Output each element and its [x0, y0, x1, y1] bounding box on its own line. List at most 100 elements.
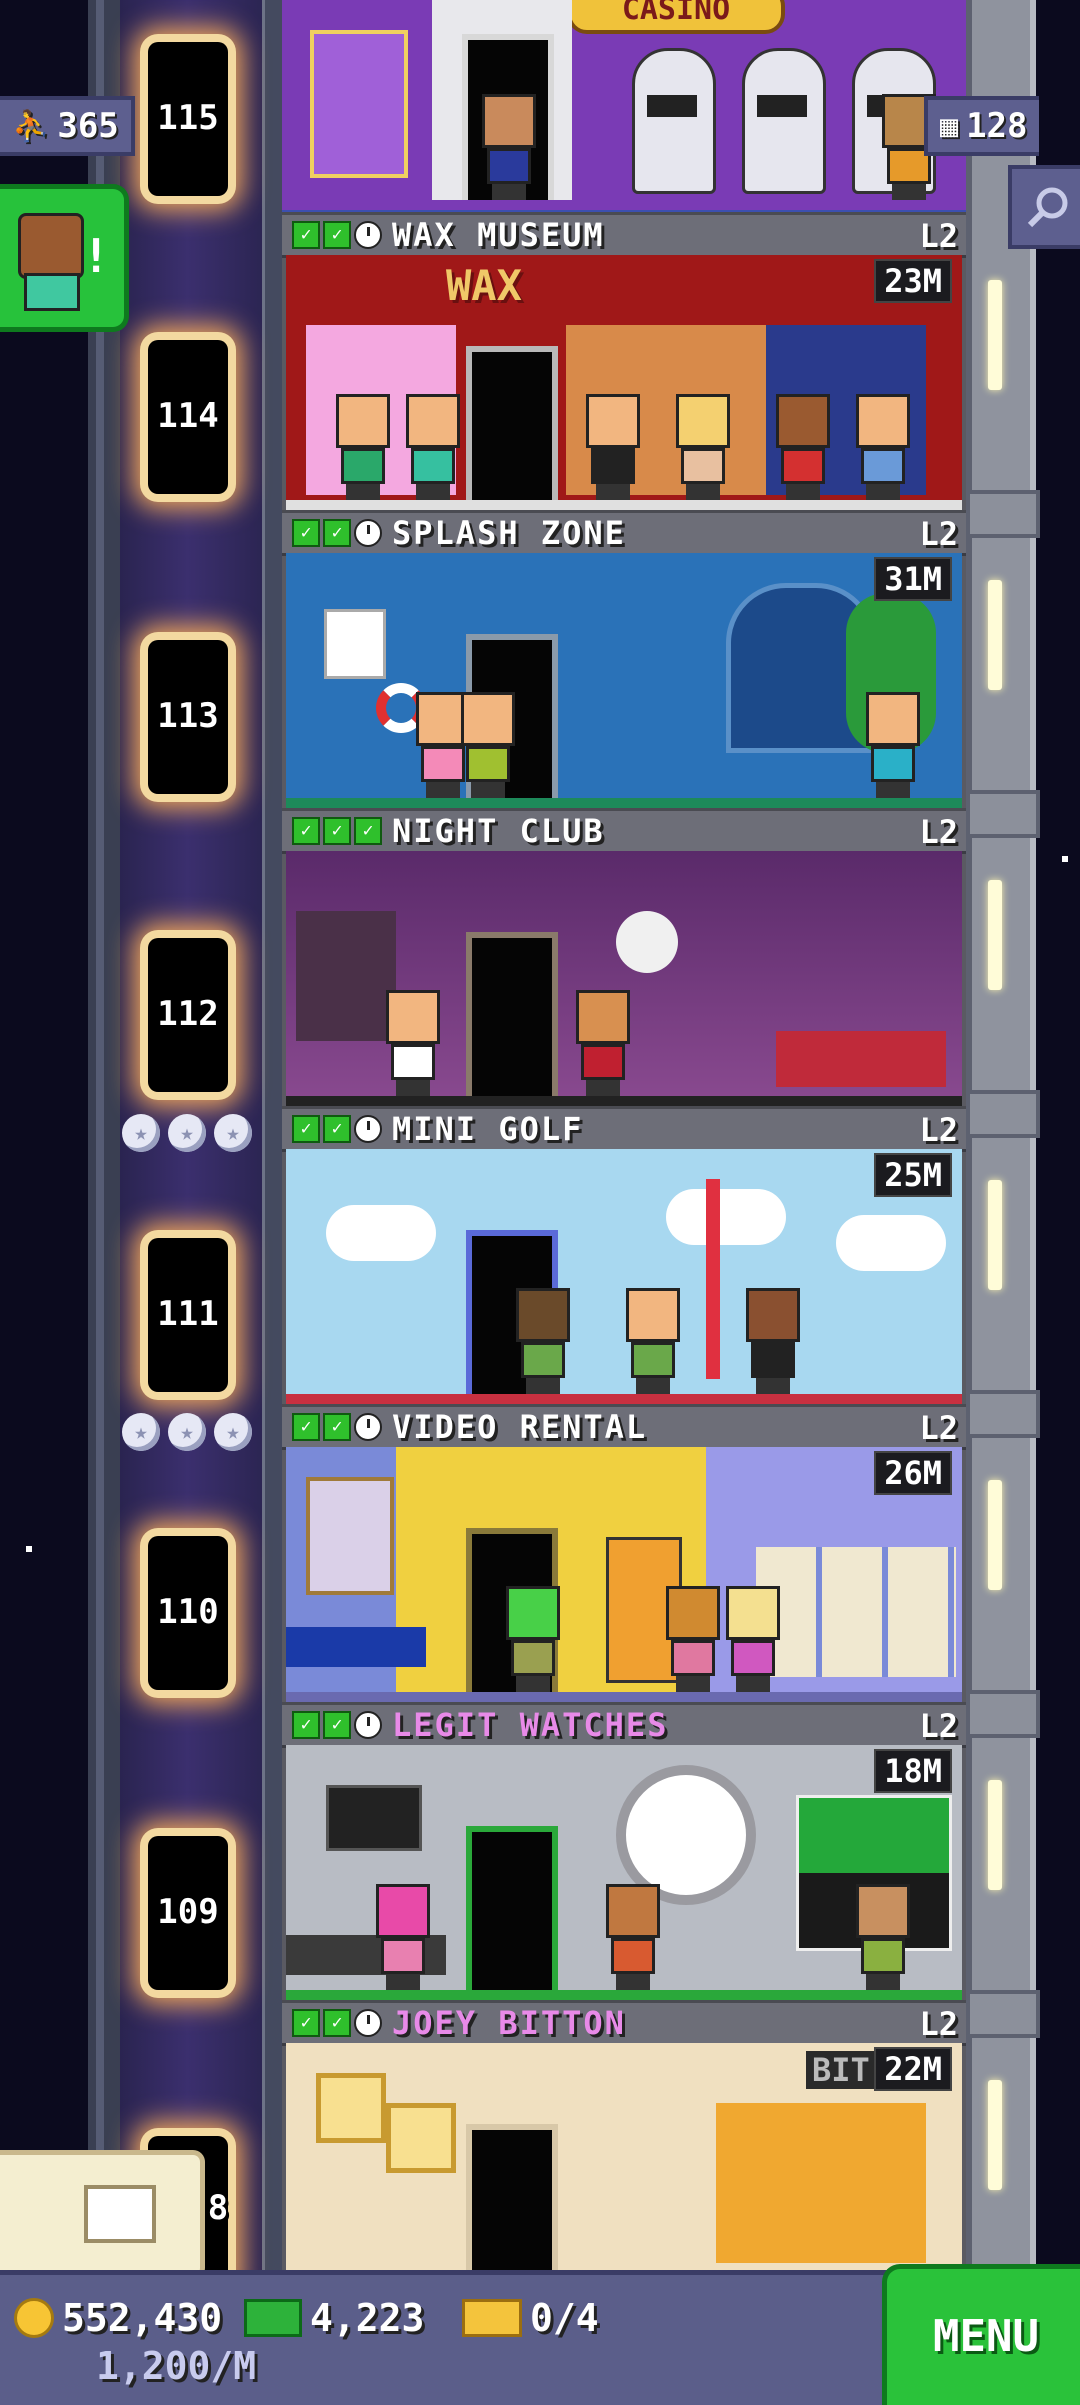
floor-header: ✓ ✓ LEGIT WATCHES L2 — [282, 1702, 966, 1748]
character-sprite[interactable] — [606, 1884, 660, 1990]
floor-splash-zone[interactable]: ✓ ✓ SPLASH ZONE L2 31M — [282, 510, 966, 808]
floor-name: NIGHT CLUB — [392, 812, 605, 850]
floor-level: L2 — [919, 1409, 958, 1447]
tickets-value: 0/4 — [530, 2296, 599, 2340]
character-sprite[interactable] — [461, 692, 515, 798]
check-icon: ✓ — [292, 519, 320, 547]
character-sprite[interactable] — [406, 394, 460, 500]
supply-crate-button[interactable] — [0, 2150, 205, 2280]
magnifier-icon — [1027, 187, 1068, 228]
check-icon: ✓ — [323, 1413, 351, 1441]
check-icon: ✓ — [323, 2009, 351, 2037]
check-icon: ✓ — [323, 221, 351, 249]
bux-icon — [244, 2299, 302, 2337]
wall-light — [988, 1780, 1002, 1890]
bux-display[interactable]: 4,223 — [244, 2296, 424, 2340]
coin-icon — [14, 2298, 54, 2338]
character-sprite[interactable] — [482, 94, 536, 200]
cloud — [326, 1205, 436, 1261]
floor-legit-watches[interactable]: ✓ ✓ LEGIT WATCHES L2 18M — [282, 1702, 966, 2000]
floor-name: LEGIT WATCHES — [392, 1706, 669, 1744]
floor-header: ✓ ✓ SPLASH ZONE L2 — [282, 510, 966, 556]
coins-rate: 1,200/M — [96, 2344, 256, 2388]
floor-header: ✓ ✓ WAX MUSEUM L2 — [282, 212, 966, 258]
search-button[interactable] — [1008, 165, 1080, 249]
wall-bracket — [966, 490, 1040, 538]
tv-screen — [326, 1785, 422, 1851]
character-sprite[interactable] — [506, 1586, 560, 1692]
star-icon: ★ — [168, 1114, 206, 1152]
star-decoration — [26, 1546, 32, 1552]
door — [466, 2124, 558, 2270]
movie-poster — [306, 1477, 394, 1595]
check-icon: ✓ — [323, 817, 351, 845]
vault-door — [310, 30, 408, 178]
slot-machine — [632, 48, 716, 194]
visitor-body-icon — [24, 273, 80, 311]
check-icon: ✓ — [292, 1413, 320, 1441]
character-sprite[interactable] — [726, 1586, 780, 1692]
wall-bracket — [966, 1990, 1040, 2038]
check-icon: ✓ — [323, 519, 351, 547]
floor-video-rental[interactable]: ✓ ✓ VIDEO RENTAL L2 26M — [282, 1404, 966, 1702]
tickets-display[interactable]: 0/4 — [462, 2296, 599, 2340]
floor-level: L2 — [919, 1707, 958, 1745]
wall-poster — [324, 609, 386, 679]
character-sprite[interactable] — [376, 1884, 430, 1990]
wall-light — [988, 580, 1002, 690]
vip-stars: ★ ★ ★ — [122, 1413, 252, 1451]
floor-night-club[interactable]: ✓ ✓ ✓ NIGHT CLUB L2 — [282, 808, 966, 1106]
floor-level: L2 — [919, 515, 958, 553]
star-icon: ★ — [122, 1114, 160, 1152]
coins-rate-value: 1,200/M — [96, 2344, 257, 2388]
check-icon: ✓ — [323, 1115, 351, 1143]
menu-button[interactable]: MENU — [882, 2264, 1080, 2405]
bitton-sign: BIT — [806, 2051, 876, 2089]
character-sprite[interactable] — [576, 990, 630, 1096]
floor-level: L2 — [919, 813, 958, 851]
population-counter[interactable]: ⛹ 365 — [0, 96, 135, 156]
floor-casino[interactable]: CASINO — [282, 0, 966, 218]
coins-display[interactable]: 552,430 — [14, 2296, 222, 2340]
elevator-floor-number: 112 — [157, 994, 219, 1034]
red-sofa — [776, 1031, 946, 1087]
floor-joey-bitton[interactable]: ✓ ✓ JOEY BITTON L2 BIT 22M — [282, 2000, 966, 2270]
character-sprite[interactable] — [776, 394, 830, 500]
character-sprite[interactable] — [676, 394, 730, 500]
handbag-frame — [386, 2103, 456, 2173]
building-icon: ▦ — [940, 108, 959, 144]
floor-mini-golf[interactable]: ✓ ✓ MINI GOLF L2 25M — [282, 1106, 966, 1404]
character-sprite[interactable] — [516, 1288, 570, 1394]
character-sprite[interactable] — [856, 394, 910, 500]
floors-counter[interactable]: ▦ 128 — [924, 96, 1040, 156]
character-sprite[interactable] — [336, 394, 390, 500]
floor-name: VIDEO RENTAL — [392, 1408, 648, 1446]
character-sprite[interactable] — [866, 692, 920, 798]
wall-light — [988, 1180, 1002, 1290]
star-icon: ★ — [122, 1413, 160, 1451]
stock-badge: 25M — [874, 1153, 952, 1197]
stock-badge: 31M — [874, 557, 952, 601]
wax-sign: WAX — [446, 261, 522, 310]
character-sprite[interactable] — [586, 394, 640, 500]
floor-level: L2 — [919, 217, 958, 255]
ticket-icon — [462, 2299, 522, 2337]
character-sprite[interactable] — [746, 1288, 800, 1394]
elevator-floor-number: 114 — [157, 396, 219, 436]
floor-header: ✓ ✓ VIDEO RENTAL L2 — [282, 1404, 966, 1450]
alert-icon: ! — [82, 229, 110, 283]
clock-icon — [354, 1115, 382, 1143]
character-sprite[interactable] — [386, 990, 440, 1096]
person-icon: ⛹ — [12, 108, 50, 144]
floor-wax-museum[interactable]: ✓ ✓ WAX MUSEUM L2 WAX 23M — [282, 212, 966, 510]
wall-light — [988, 280, 1002, 390]
wall-light — [988, 1480, 1002, 1590]
counter — [286, 1627, 426, 1667]
character-sprite[interactable] — [856, 1884, 910, 1990]
check-icon: ✓ — [292, 221, 320, 249]
handbag-shelf — [716, 2103, 926, 2263]
character-sprite[interactable] — [666, 1586, 720, 1692]
floor-level: L2 — [919, 2005, 958, 2043]
visitor-alert-button[interactable]: ! — [0, 184, 129, 332]
character-sprite[interactable] — [626, 1288, 680, 1394]
